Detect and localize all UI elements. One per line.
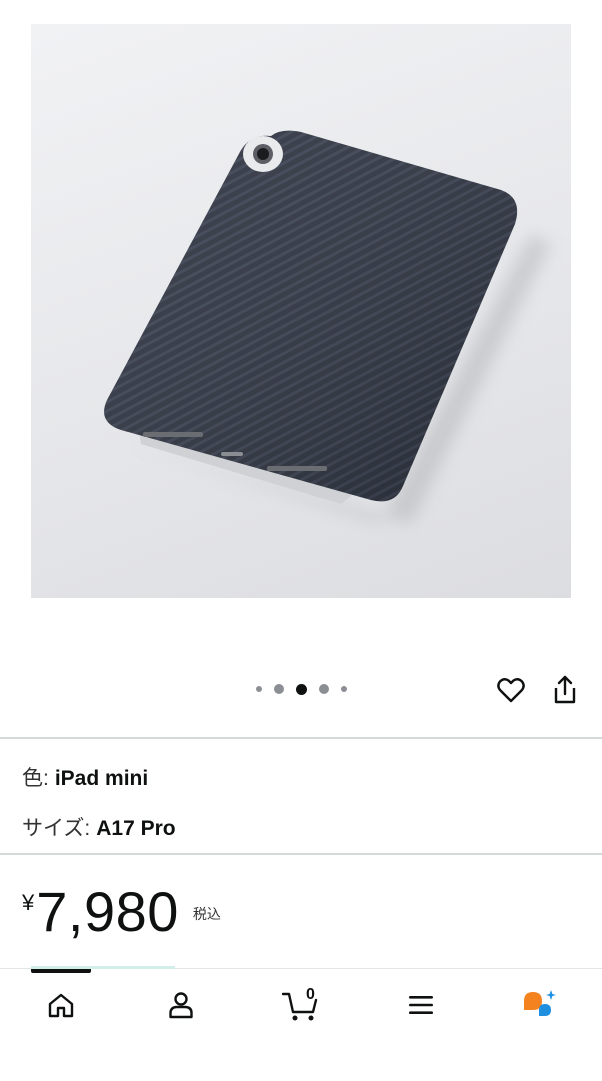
carousel-dot[interactable] (255, 686, 262, 692)
color-label: 色: (22, 767, 49, 790)
price-block: ¥ 7,980 税込 (22, 880, 221, 944)
carousel-dot[interactable] (273, 684, 284, 694)
variation-color[interactable]: 色: iPad mini (22, 762, 148, 792)
share-icon (554, 675, 576, 704)
nav-home[interactable] (31, 985, 91, 1025)
heart-icon (497, 678, 525, 703)
price-value: 7,980 (36, 880, 179, 943)
tax-note: 税込 (192, 906, 221, 922)
carousel-dot[interactable] (318, 684, 329, 694)
menu-icon (409, 996, 433, 1014)
wishlist-button[interactable] (494, 673, 528, 707)
divider (0, 737, 602, 739)
carousel-dot-active[interactable] (295, 683, 307, 695)
bottom-nav: 0 (0, 966, 602, 1081)
home-icon (48, 993, 74, 1018)
cart-count: 0 (306, 986, 315, 1003)
product-photo (104, 130, 551, 524)
nav-account[interactable] (151, 985, 211, 1025)
person-icon (169, 992, 193, 1019)
assistant-icon (524, 990, 556, 1016)
size-label: サイズ: (22, 817, 91, 840)
carousel-dot[interactable] (340, 686, 347, 692)
price-symbol: ¥ (22, 890, 35, 915)
nav-assistant[interactable] (510, 985, 570, 1025)
nav-active-indicator (31, 969, 91, 973)
share-button[interactable] (548, 673, 582, 707)
size-value: A17 Pro (96, 817, 176, 840)
cart-icon (281, 992, 318, 1021)
divider (0, 853, 602, 855)
color-value: iPad mini (54, 767, 149, 790)
nav-cart[interactable]: 0 (271, 985, 331, 1025)
nav-menu[interactable] (391, 985, 451, 1025)
variation-size[interactable]: サイズ: A17 Pro (22, 812, 176, 842)
product-image[interactable] (31, 24, 571, 598)
